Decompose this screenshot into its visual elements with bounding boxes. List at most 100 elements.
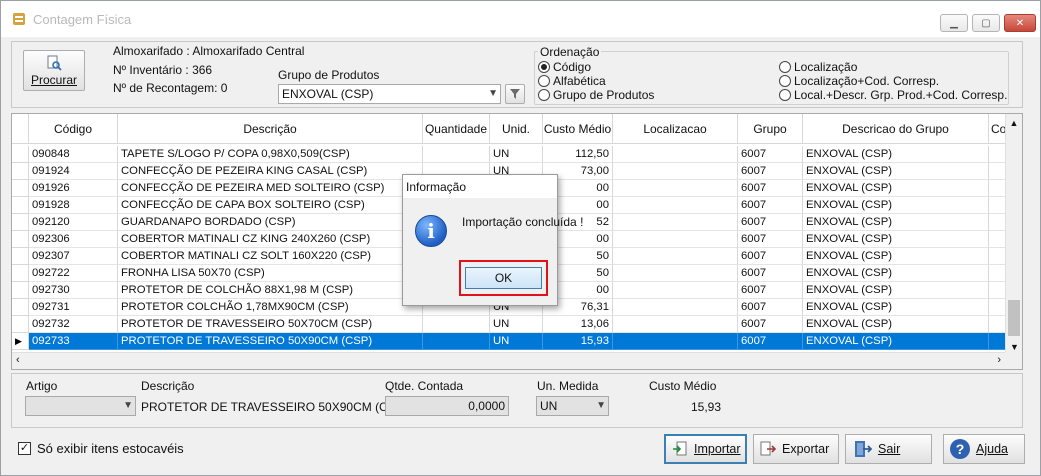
procurar-button[interactable]: Procurar bbox=[23, 50, 85, 91]
table-cell: 091924 bbox=[29, 163, 118, 180]
row-indicator bbox=[12, 146, 29, 163]
custo-label: Custo Médio bbox=[649, 379, 717, 393]
filter-button[interactable] bbox=[505, 84, 525, 104]
exportar-button[interactable]: Exportar bbox=[753, 434, 839, 464]
recontagem-text: Nº de Recontagem: 0 bbox=[113, 81, 228, 95]
ok-button[interactable]: OK bbox=[465, 267, 542, 289]
table-cell bbox=[613, 146, 738, 163]
table-cell: GUARDANAPO BORDADO (CSP) bbox=[118, 214, 423, 231]
ok-highlight: OK bbox=[459, 260, 548, 296]
info-icon: i bbox=[415, 215, 447, 247]
close-icon[interactable]: ✕ bbox=[1004, 14, 1036, 32]
radio-dot bbox=[779, 89, 791, 101]
table-cell: 6007 bbox=[738, 146, 803, 163]
row-indicator bbox=[12, 214, 29, 231]
radio-grupo-produtos[interactable]: Grupo de Produtos bbox=[538, 88, 654, 102]
title-bar: Contagem Física bbox=[1, 1, 1040, 37]
table-cell: 091928 bbox=[29, 197, 118, 214]
estocaveis-checkbox[interactable]: ✓ Só exibir itens estocavéis bbox=[18, 441, 184, 456]
grid-header: Código Descrição Quantidade Unid. Custo … bbox=[12, 114, 1009, 144]
maximize-icon[interactable]: ▢ bbox=[972, 14, 1000, 32]
table-cell: PROTETOR DE TRAVESSEIRO 50X90CM (CSP) bbox=[118, 333, 423, 350]
radio-label: Localização+Cod. Corresp. bbox=[794, 74, 940, 88]
exportar-label: Exportar bbox=[782, 442, 830, 456]
radio-localizacao-cod[interactable]: Localização+Cod. Corresp. bbox=[779, 74, 939, 88]
row-pointer-icon: ▶ bbox=[12, 333, 29, 350]
table-cell: 6007 bbox=[738, 214, 803, 231]
table-cell bbox=[613, 248, 738, 265]
col-codigo[interactable]: Código bbox=[29, 114, 118, 144]
table-cell: 6007 bbox=[738, 197, 803, 214]
descricao-value: PROTETOR DE TRAVESSEIRO 50X90CM (CSP) bbox=[141, 400, 408, 414]
horizontal-scrollbar[interactable]: ‹ › bbox=[12, 352, 1007, 369]
scroll-up-icon[interactable]: ▲ bbox=[1006, 118, 1022, 128]
ajuda-button[interactable]: ? Ajuda bbox=[943, 434, 1025, 464]
table-row[interactable]: 092732 PROTETOR DE TRAVESSEIRO 50X70CM (C… bbox=[12, 316, 1009, 333]
table-cell: CONFECÇÃO DE PEZEIRA MED SOLTEIRO (CSP) bbox=[118, 180, 423, 197]
radio-codigo[interactable]: Código bbox=[538, 60, 591, 74]
table-cell: PROTETOR DE COLCHÃO 88X1,98 M (CSP) bbox=[118, 282, 423, 299]
scroll-corner bbox=[1005, 352, 1022, 369]
artigo-select[interactable]: ▼ bbox=[25, 396, 136, 416]
table-cell: 6007 bbox=[738, 316, 803, 333]
radio-alfabetica[interactable]: Alfabética bbox=[538, 74, 606, 88]
radio-local-descr[interactable]: Local.+Descr. Grp. Prod.+Cod. Corresp. bbox=[779, 88, 1007, 102]
importar-button[interactable]: Importar bbox=[664, 434, 747, 464]
table-cell: CONFECÇÃO DE PEZEIRA KING CASAL (CSP) bbox=[118, 163, 423, 180]
grupo-select[interactable]: ENXOVAL (CSP) ▼ bbox=[278, 84, 501, 104]
table-cell: 6007 bbox=[738, 231, 803, 248]
dialog-message: Importação concluída ! bbox=[462, 215, 584, 229]
table-cell bbox=[423, 333, 490, 350]
table-cell bbox=[613, 163, 738, 180]
unidade-value: UN bbox=[540, 399, 558, 413]
table-cell: ENXOVAL (CSP) bbox=[803, 248, 989, 265]
table-row[interactable]: 090848 TAPETE S/LOGO P/ COPA 0,98X0,509(C… bbox=[12, 146, 1009, 163]
table-cell: 6007 bbox=[738, 282, 803, 299]
table-cell: ENXOVAL (CSP) bbox=[803, 163, 989, 180]
grupo-label: Grupo de Produtos bbox=[278, 68, 380, 82]
qtde-label: Qtde. Contada bbox=[385, 379, 464, 393]
table-cell: 6007 bbox=[738, 299, 803, 316]
col-localizacao[interactable]: Localizacao bbox=[613, 114, 738, 144]
table-row[interactable]: ▶ 092733 PROTETOR DE TRAVESSEIRO 50X90CM (… bbox=[12, 333, 1009, 350]
chevron-down-icon: ▼ bbox=[596, 400, 606, 411]
col-descricao[interactable]: Descrição bbox=[118, 114, 423, 144]
unidade-select[interactable]: UN ▼ bbox=[536, 396, 609, 416]
col-grupo[interactable]: Grupo bbox=[738, 114, 803, 144]
table-cell bbox=[613, 333, 738, 350]
radio-localizacao[interactable]: Localização bbox=[779, 60, 857, 74]
radio-dot bbox=[538, 75, 550, 87]
row-indicator bbox=[12, 197, 29, 214]
window-title: Contagem Física bbox=[33, 11, 132, 27]
row-indicator bbox=[12, 316, 29, 333]
almoxarifado-text: Almoxarifado : Almoxarifado Central bbox=[113, 44, 305, 58]
chevron-down-icon: ▼ bbox=[488, 88, 498, 99]
sair-button[interactable]: Sair bbox=[845, 434, 932, 464]
scroll-down-icon[interactable]: ▼ bbox=[1006, 342, 1022, 352]
qtde-input[interactable]: 0,0000 bbox=[385, 396, 509, 416]
col-descricao-grupo[interactable]: Descricao do Grupo bbox=[803, 114, 989, 144]
col-custo-medio[interactable]: Custo Médio bbox=[543, 114, 613, 144]
main-window: Contagem Física ▁ ▢ ✕ Procurar Almoxarif… bbox=[0, 0, 1041, 476]
minimize-icon[interactable]: ▁ bbox=[940, 14, 968, 32]
unidade-label: Un. Medida bbox=[537, 379, 599, 393]
table-cell: CONFECÇÃO DE CAPA BOX SOLTEIRO (CSP) bbox=[118, 197, 423, 214]
dialog-title: Informação bbox=[403, 175, 557, 199]
col-quantidade[interactable]: Quantidade bbox=[423, 114, 490, 144]
header-panel: Procurar Almoxarifado : Almoxarifado Cen… bbox=[11, 41, 1023, 108]
radio-label: Local.+Descr. Grp. Prod.+Cod. Corresp. bbox=[794, 88, 1008, 102]
checkmark-icon: ✓ bbox=[18, 442, 31, 455]
inventario-text: Nº Inventário : 366 bbox=[113, 63, 213, 77]
table-cell: 6007 bbox=[738, 265, 803, 282]
descricao-label: Descrição bbox=[141, 379, 195, 393]
row-indicator bbox=[12, 282, 29, 299]
radio-dot bbox=[779, 75, 791, 87]
table-cell: ENXOVAL (CSP) bbox=[803, 146, 989, 163]
vertical-scrollbar[interactable]: ▲ ▼ bbox=[1005, 114, 1022, 354]
scroll-right-icon[interactable]: › bbox=[997, 354, 1001, 366]
scroll-thumb[interactable] bbox=[1008, 300, 1020, 336]
scroll-left-icon[interactable]: ‹ bbox=[16, 354, 20, 366]
procurar-label: Procurar bbox=[30, 72, 77, 87]
table-cell: 091926 bbox=[29, 180, 118, 197]
col-unid[interactable]: Unid. bbox=[490, 114, 543, 144]
